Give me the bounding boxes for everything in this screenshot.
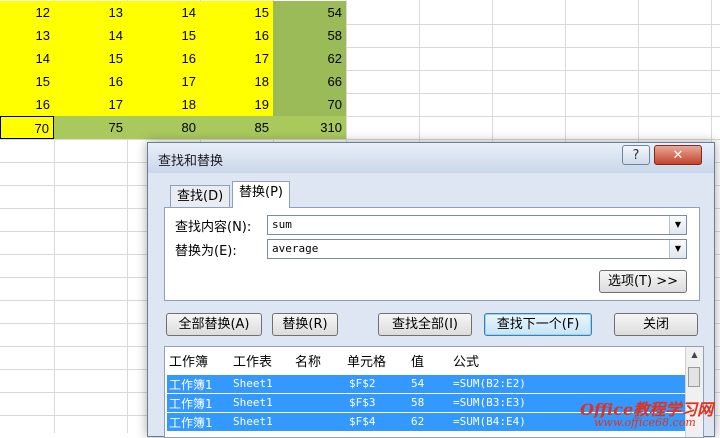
sheet-cell[interactable]: 58 [273,24,346,47]
sheet-cell[interactable]: 14 [54,24,127,47]
replace-all-button[interactable]: 全部替换(A) [166,313,262,336]
dialog-title: 查找和替换 [158,154,224,169]
column-header-name[interactable]: 名称 [295,351,321,370]
tab-find[interactable]: 查找(D) [170,185,231,208]
sheet-cell[interactable]: 17 [54,93,127,116]
result-sheet: Sheet1 [233,377,273,390]
sheet-cell[interactable]: 15 [0,70,54,93]
sheet-cell[interactable]: 15 [127,24,200,47]
result-formula: =SUM(B3:E3) [453,396,526,409]
column-header-cell[interactable]: 单元格 [347,351,386,370]
find-all-button[interactable]: 查找全部(I) [378,313,472,336]
dropdown-arrow-icon[interactable]: ▼ [669,216,686,234]
result-cell: $F$4 [349,415,376,428]
sheet-cell[interactable]: 85 [200,116,273,139]
sheet-cell[interactable]: 75 [54,116,127,139]
find-what-value: sum [272,218,292,231]
sheet-cell[interactable]: 15 [200,1,273,24]
column-header-formula[interactable]: 公式 [453,351,479,370]
column-header-sheet[interactable]: 工作表 [233,351,272,370]
result-cell: $F$3 [349,396,376,409]
find-replace-dialog: 查找和替换 ? ✕ 查找(D) 替换(P) 查找内容(N): sum ▼ 替换为… [147,142,715,438]
sheet-cell[interactable]: 66 [273,70,346,93]
result-row[interactable]: 工作簿1 Sheet1 $F$2 54 =SUM(B2:E2) [167,375,687,393]
sheet-cell[interactable]: 62 [273,47,346,70]
options-button[interactable]: 选项(T) >> [599,270,687,293]
result-sheet: Sheet1 [233,415,273,428]
replace-with-combobox[interactable]: average ▼ [267,239,687,259]
sheet-cell[interactable]: 16 [200,24,273,47]
result-workbook: 工作簿1 [169,397,213,411]
results-header: 工作簿 工作表 名称 单元格 值 公式 [165,347,687,371]
close-window-button[interactable]: ✕ [654,145,702,165]
dropdown-arrow-icon[interactable]: ▼ [669,240,686,258]
sheet-cell[interactable]: 17 [127,70,200,93]
sheet-cell-selected[interactable]: 70 [0,116,54,139]
result-sheet: Sheet1 [233,396,273,409]
close-button[interactable]: 关闭 [614,313,698,336]
site-watermark-url: www.office68.com [594,416,696,429]
column-header-value[interactable]: 值 [411,351,424,370]
find-what-combobox[interactable]: sum ▼ [267,215,687,235]
replace-panel: 查找内容(N): sum ▼ 替换为(E): average ▼ 选项(T) >… [164,207,700,301]
result-workbook: 工作簿1 [169,416,213,430]
result-formula: =SUM(B2:E2) [453,377,526,390]
tab-replace[interactable]: 替换(P) [232,181,290,208]
scroll-up-icon[interactable]: ▲ [686,347,703,363]
sheet-cell[interactable]: 16 [0,93,54,116]
sheet-cell[interactable]: 16 [54,70,127,93]
sheet-cell[interactable]: 18 [200,70,273,93]
result-value: 54 [411,377,425,390]
result-cell: $F$2 [349,377,376,390]
sheet-cell[interactable]: 80 [127,116,200,139]
replace-button[interactable]: 替换(R) [272,313,338,336]
sheet-cell[interactable]: 16 [127,47,200,70]
find-what-label: 查找内容(N): [175,220,252,235]
sheet-cell[interactable]: 19 [200,93,273,116]
replace-with-value: average [272,242,319,255]
sheet-cell[interactable]: 15 [54,47,127,70]
gridline [0,139,720,140]
result-formula: =SUM(B4:E4) [453,415,526,428]
sheet-cell[interactable]: 54 [273,1,346,24]
column-header-workbook[interactable]: 工作簿 [169,351,208,370]
sheet-cell[interactable]: 18 [127,93,200,116]
result-workbook: 工作簿1 [169,378,213,392]
sheet-cell[interactable]: 70 [273,93,346,116]
scroll-thumb[interactable] [688,367,700,387]
sheet-cell[interactable]: 13 [54,1,127,24]
result-value: 62 [411,415,425,428]
sheet-cell[interactable]: 14 [0,47,54,70]
find-next-button[interactable]: 查找下一个(F) [484,313,592,336]
replace-with-label: 替换为(E): [175,244,237,259]
sheet-cell[interactable]: 310 [273,116,346,139]
sheet-cell[interactable]: 12 [0,1,54,24]
help-button[interactable]: ? [622,145,650,165]
result-value: 58 [411,396,425,409]
sheet-cell[interactable]: 17 [200,47,273,70]
sheet-cell[interactable]: 13 [0,24,54,47]
dialog-titlebar[interactable]: 查找和替换 ? ✕ [148,143,714,173]
sheet-cell[interactable]: 14 [127,1,200,24]
